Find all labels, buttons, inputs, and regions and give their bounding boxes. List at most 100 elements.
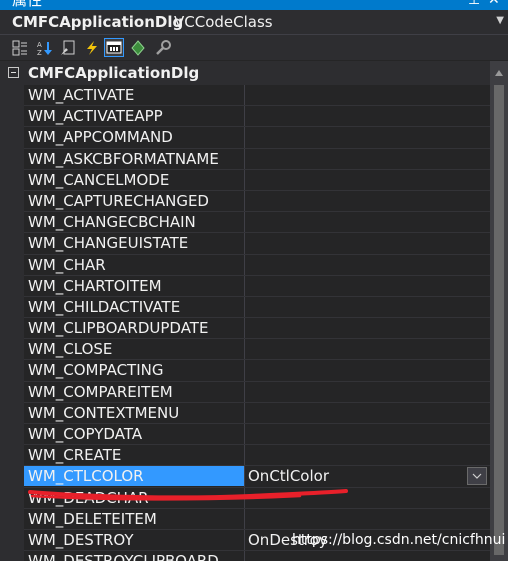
- column-divider: [244, 381, 245, 402]
- column-divider: [244, 127, 245, 148]
- window-title: 属性: [12, 0, 43, 9]
- message-name: WM_CTLCOLOR: [28, 467, 144, 486]
- vertical-scrollbar[interactable]: [490, 61, 508, 561]
- collapse-icon[interactable]: [8, 67, 19, 78]
- scroll-thumb[interactable]: [494, 85, 504, 555]
- column-divider: [244, 318, 245, 339]
- column-divider: [244, 529, 245, 551]
- message-row[interactable]: WM_COPYDATA: [24, 424, 490, 446]
- message-name: WM_DESTROYCLIPBOARD: [28, 551, 219, 561]
- column-divider: [244, 402, 245, 423]
- overrides-icon[interactable]: [128, 38, 148, 57]
- message-name: WM_CLIPBOARDUPDATE: [28, 319, 209, 338]
- property-grid: CMFCApplicationDlg WM_ACTIVATE WM_ACTIVAT…: [0, 61, 490, 561]
- categorized-icon[interactable]: [10, 38, 30, 57]
- column-divider: [244, 424, 245, 445]
- message-name: WM_CHAR: [28, 255, 106, 274]
- alphabetical-icon[interactable]: A Z: [34, 38, 54, 57]
- message-row[interactable]: WM_DESTROYCLIPBOARD: [24, 551, 490, 561]
- message-name: WM_CHANGECBCHAIN: [28, 213, 196, 232]
- message-list: WM_ACTIVATE WM_ACTIVATEAPP WM_APPCOMMAND WM…: [24, 85, 490, 561]
- column-divider: [244, 275, 245, 296]
- column-divider: [244, 445, 245, 466]
- message-name: WM_CHARTOITEM: [28, 276, 162, 295]
- message-name: WM_CHANGEUISTATE: [28, 234, 189, 253]
- message-row[interactable]: WM_COMPAREITEM: [24, 381, 490, 403]
- column-divider: [244, 551, 245, 561]
- column-divider: [244, 487, 245, 508]
- chevron-down-icon[interactable]: ▼: [496, 15, 504, 26]
- handler-dropdown-button[interactable]: [467, 467, 487, 486]
- message-name: WM_CHILDACTIVATE: [28, 297, 181, 316]
- message-name: WM_CLOSE: [28, 340, 113, 359]
- object-selector-dropdown[interactable]: CMFCApplicationDlg VCCodeClass ▼: [0, 10, 508, 35]
- column-divider: [244, 148, 245, 169]
- message-name: WM_ASKCBFORMATNAME: [28, 149, 219, 168]
- close-icon[interactable]: ✕: [488, 0, 500, 8]
- message-row[interactable]: WM_CREATE: [24, 445, 490, 467]
- message-row[interactable]: WM_ASKCBFORMATNAME: [24, 148, 490, 170]
- column-divider: [244, 296, 245, 318]
- column-divider: [244, 169, 245, 190]
- selected-object-name: CMFCApplicationDlg: [12, 13, 184, 31]
- message-name: WM_APPCOMMAND: [28, 128, 173, 147]
- properties-window: 属性 ⊥ ✕ CMFCApplicationDlg VCCodeClass ▼ …: [0, 0, 508, 561]
- message-row[interactable]: WM_DELETEITEM: [24, 508, 490, 530]
- messages-icon[interactable]: [104, 38, 124, 57]
- category-header[interactable]: CMFCApplicationDlg: [0, 61, 490, 85]
- svg-text:A: A: [37, 41, 42, 49]
- scroll-up-icon[interactable]: [495, 70, 503, 76]
- message-row[interactable]: WM_CLOSE: [24, 339, 490, 361]
- message-name: WM_DELETEITEM: [28, 509, 157, 528]
- message-name: WM_ACTIVATE: [28, 86, 135, 104]
- message-row[interactable]: WM_CAPTURECHANGED: [24, 190, 490, 213]
- message-row[interactable]: WM_CHAR: [24, 254, 490, 276]
- events-icon[interactable]: [82, 38, 102, 57]
- message-name: WM_COMPAREITEM: [28, 382, 173, 401]
- message-row[interactable]: WM_COMPACTING: [24, 360, 490, 382]
- message-row[interactable]: WM_DEADCHAR: [24, 487, 490, 509]
- message-row[interactable]: WM_CHANGEUISTATE: [24, 233, 490, 255]
- message-row[interactable]: WM_CHANGECBCHAIN: [24, 212, 490, 234]
- message-name: WM_COMPACTING: [28, 361, 164, 380]
- properties-page-icon[interactable]: [58, 38, 78, 57]
- column-divider: [244, 190, 245, 212]
- column-divider: [244, 212, 245, 233]
- category-label: CMFCApplicationDlg: [28, 64, 200, 82]
- message-name: WM_CANCELMODE: [28, 170, 170, 189]
- property-pages-icon[interactable]: [154, 38, 174, 57]
- selected-object-type: VCCodeClass: [174, 13, 273, 31]
- column-divider: [244, 85, 245, 106]
- column-divider: [244, 233, 245, 254]
- message-row[interactable]: WM_CLIPBOARDUPDATE: [24, 318, 490, 340]
- message-name: WM_ACTIVATEAPP: [28, 107, 163, 126]
- message-name: WM_CREATE: [28, 446, 122, 465]
- message-name: WM_COPYDATA: [28, 425, 143, 443]
- message-row[interactable]: WM_ACTIVATEAPP: [24, 106, 490, 128]
- column-divider: [244, 254, 245, 275]
- column-divider: [244, 339, 245, 360]
- window-titlebar: 属性 ⊥ ✕: [0, 0, 508, 10]
- column-divider: [244, 106, 245, 127]
- message-row[interactable]: WM_CTLCOLOR OnCtlColor: [24, 466, 490, 488]
- message-row[interactable]: WM_CANCELMODE: [24, 169, 490, 191]
- message-row[interactable]: WM_CHILDACTIVATE: [24, 296, 490, 319]
- message-row[interactable]: WM_CHARTOITEM: [24, 275, 490, 297]
- watermark-url: https://blog.csdn.net/cnicfhnui: [292, 532, 506, 548]
- message-row[interactable]: WM_ACTIVATE: [24, 85, 490, 107]
- message-name: WM_DEADCHAR: [28, 488, 149, 507]
- message-name: WM_DESTROY: [28, 530, 134, 549]
- column-divider: [244, 360, 245, 381]
- svg-text:Z: Z: [37, 49, 42, 56]
- message-handler-value[interactable]: OnCtlColor: [248, 466, 329, 486]
- message-name: WM_CAPTURECHANGED: [28, 191, 209, 210]
- pin-icon[interactable]: ⊥: [468, 0, 480, 8]
- message-name: WM_CONTEXTMENU: [28, 403, 180, 422]
- message-row[interactable]: WM_CONTEXTMENU: [24, 402, 490, 424]
- properties-toolbar: A Z: [0, 35, 508, 60]
- column-divider: [244, 466, 245, 487]
- message-row[interactable]: WM_APPCOMMAND: [24, 127, 490, 149]
- column-divider: [244, 508, 245, 529]
- grid-left-margin: [0, 85, 24, 561]
- chevron-down-icon: [472, 473, 482, 480]
